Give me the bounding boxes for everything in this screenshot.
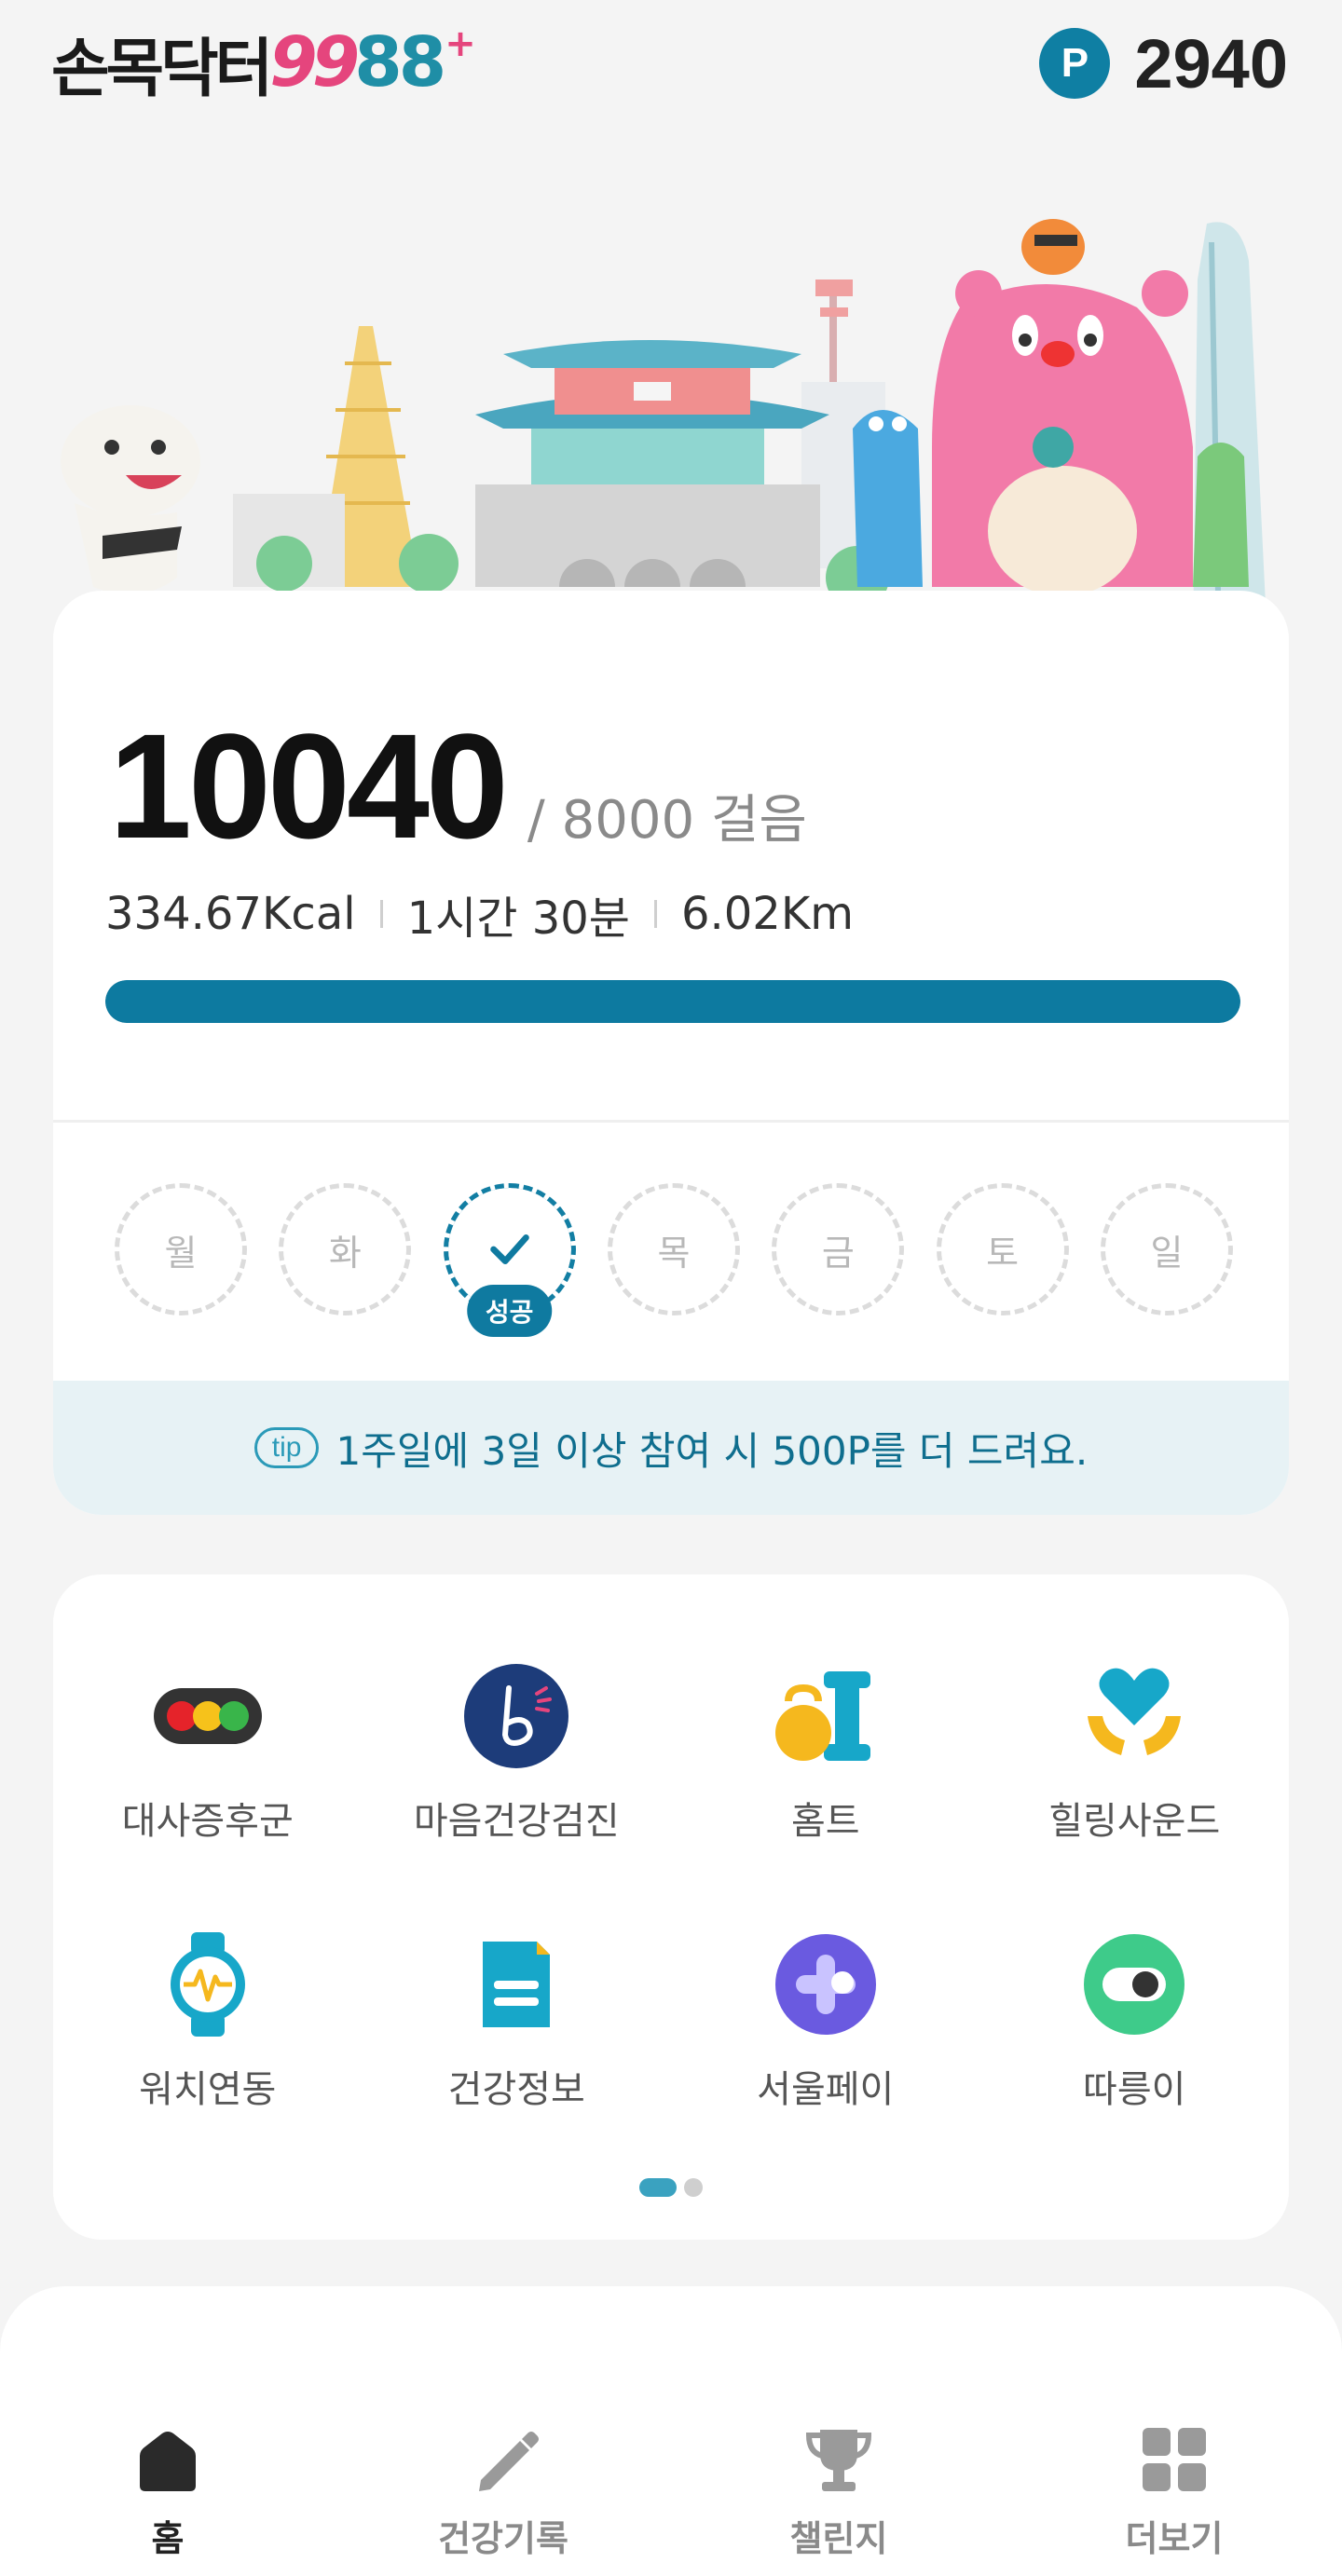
hero-illustration [37, 205, 1305, 644]
card-divider [53, 1120, 1289, 1123]
day-label: 화 [328, 1232, 362, 1274]
seoul-pay-icon [770, 1929, 882, 2040]
pencil-icon [479, 2432, 539, 2491]
stats-divider [653, 900, 657, 928]
day-circle-tue: 화 [279, 1183, 412, 1315]
day-label: 토 [986, 1232, 1020, 1274]
day-label: 금 [821, 1232, 855, 1274]
menu-health-info[interactable]: 건강정보 [363, 1929, 672, 2113]
weekly-attendance: 월 화 성공 목 금 토 일 [115, 1183, 1233, 1337]
nav-label: 챌린지 [789, 2518, 888, 2559]
menu-label: 힐링사운드 [1048, 1800, 1221, 1843]
calories-value: 334.67Kcal [105, 888, 356, 940]
header: 손목닥터 99 88 + P 2940 [0, 0, 1342, 130]
day-circle-wed: 성공 [443, 1183, 576, 1337]
steps-current: 10040 [109, 702, 509, 869]
home-icon [140, 2432, 196, 2491]
pager-dot[interactable] [684, 2178, 703, 2197]
menu-label: 홈트 [790, 1800, 860, 1843]
menu-healing-sound[interactable]: 힐링사운드 [980, 1660, 1290, 1845]
day-label: 목 [657, 1232, 691, 1274]
duration-value: 1시간 30분 [406, 893, 630, 945]
points-value: 2940 [1134, 24, 1288, 102]
logo-number-99: 99 [269, 22, 360, 102]
points-widget[interactable]: P 2940 [1039, 24, 1288, 102]
grid-icon [1143, 2428, 1206, 2491]
steps-goal: / 8000 걸음 [527, 790, 807, 851]
nav-home[interactable]: 홈 [0, 2422, 336, 2576]
menu-home-training[interactable]: 홈트 [671, 1660, 980, 1845]
checkmark-icon [489, 1234, 529, 1264]
steps-progress-bar [105, 980, 1240, 1023]
city-mascot-illustration [61, 219, 1267, 644]
menu-mind-check[interactable]: 마음건강검진 [363, 1660, 672, 1845]
trophy-icon [805, 2430, 872, 2491]
heart-hands-icon [1078, 1660, 1190, 1772]
day-circle-sun: 일 [1100, 1183, 1233, 1315]
nav-challenge[interactable]: 챌린지 [671, 2422, 1006, 2576]
menu-metabolic-syndrome[interactable]: 대사증후군 [53, 1660, 363, 1845]
nav-label: 건강기록 [438, 2518, 568, 2559]
nav-more[interactable]: 더보기 [1006, 2422, 1342, 2576]
menu-label: 서울페이 [757, 2068, 895, 2111]
menu-watch-link[interactable]: 워치연동 [53, 1929, 363, 2113]
bottom-navigation: 홈 건강기록 챌린지 더보기 [0, 2422, 1342, 2576]
tip-pill: tip [253, 1427, 320, 1468]
steps-summary: 10040 / 8000 걸음 [109, 712, 807, 861]
menu-label: 건강정보 [447, 2068, 585, 2111]
day-circle-mon: 월 [115, 1183, 247, 1315]
stats-divider [379, 900, 383, 928]
nav-health-record[interactable]: 건강기록 [336, 2422, 671, 2576]
activity-stats: 334.67Kcal 1시간 30분 6.02Km [105, 881, 854, 947]
mind-check-icon [460, 1660, 572, 1772]
quick-menu-card: 대사증후군 마음건강검진 홈트 힐링사운드 워치연동 건강정보 서울페이 따릉이 [53, 1574, 1289, 2240]
document-icon [460, 1929, 572, 2040]
menu-pager[interactable] [639, 2178, 703, 2197]
day-label: 일 [1150, 1232, 1184, 1274]
logo-text: 손목닥터 [51, 32, 273, 106]
points-icon: P [1039, 28, 1111, 99]
traffic-light-icon [152, 1660, 264, 1772]
logo-plus: + [445, 22, 475, 65]
kettlebell-icon [770, 1660, 882, 1772]
day-circle-fri: 금 [772, 1183, 905, 1315]
success-badge: 성공 [466, 1285, 553, 1337]
distance-value: 6.02Km [680, 888, 855, 940]
day-circle-thu: 목 [607, 1183, 740, 1315]
tip-banner: tip 1주일에 3일 이상 참여 시 500P를 더 드려요. [53, 1381, 1289, 1515]
pager-dot-active[interactable] [639, 2178, 677, 2197]
app-screen: 손목닥터 99 88 + P 2940 10040 / 8000 걸음 334.… [0, 0, 1342, 2576]
app-logo[interactable]: 손목닥터 99 88 + [51, 20, 476, 106]
menu-label: 따릉이 [1083, 2068, 1186, 2111]
day-label: 월 [164, 1232, 198, 1274]
steps-progress-fill [105, 980, 1240, 1023]
menu-seoul-pay[interactable]: 서울페이 [671, 1929, 980, 2113]
menu-label: 워치연동 [139, 2068, 277, 2111]
quick-menu-grid: 대사증후군 마음건강검진 홈트 힐링사운드 워치연동 건강정보 서울페이 따릉이 [53, 1660, 1289, 2113]
tip-text: 1주일에 3일 이상 참여 시 500P를 더 드려요. [336, 1427, 1089, 1474]
bike-toggle-icon [1078, 1929, 1190, 2040]
step-card[interactable]: 10040 / 8000 걸음 334.67Kcal 1시간 30분 6.02K… [53, 591, 1289, 1515]
nav-label: 더보기 [1125, 2518, 1224, 2559]
menu-label: 대사증후군 [121, 1800, 294, 1843]
menu-label: 마음건강검진 [413, 1800, 620, 1843]
day-circle-sat: 토 [936, 1183, 1069, 1315]
logo-number-88: 88 [354, 22, 446, 102]
watch-icon [152, 1929, 264, 2040]
menu-ttareungi[interactable]: 따릉이 [980, 1929, 1290, 2113]
nav-label: 홈 [151, 2518, 185, 2559]
